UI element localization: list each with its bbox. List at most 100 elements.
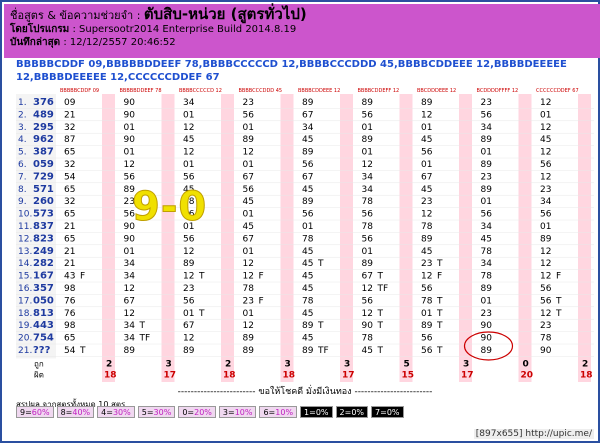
- cell-value: 01: [243, 160, 254, 170]
- tf-mark: TF: [377, 284, 389, 294]
- cell-value: 56: [243, 185, 255, 195]
- cell-value: 67: [124, 296, 135, 306]
- cell-value: 34: [124, 259, 136, 269]
- cell-value: 56: [183, 296, 195, 306]
- row-number: 18.: [18, 309, 32, 319]
- summary-badge-label: 3=: [222, 408, 235, 417]
- row-number: 5.: [18, 148, 27, 158]
- summary-badge: 4=30%: [97, 406, 135, 418]
- cell-value: 45: [302, 135, 313, 145]
- cell-value: 89: [243, 334, 255, 344]
- cell-value: 65: [64, 210, 75, 220]
- cell-value: 12: [421, 110, 432, 120]
- tf-mark: F: [80, 272, 85, 282]
- cell-value: 12: [540, 247, 551, 257]
- row-number: 2.: [18, 110, 27, 120]
- row-id: 962: [33, 134, 54, 145]
- row-id: 050: [33, 295, 54, 306]
- tf-mark: T: [377, 309, 384, 319]
- tf-mark: T: [436, 346, 443, 356]
- cell-value: 01: [362, 247, 373, 257]
- tf-mark: T: [555, 296, 562, 306]
- cell-value: 34: [481, 222, 493, 232]
- miss-label: ผิด: [34, 370, 44, 379]
- hit-count: 2: [225, 359, 231, 369]
- cell-value: 12: [540, 309, 551, 319]
- cell-value: 65: [64, 234, 75, 244]
- program-line: โดยโปรแกรม : Supersootr2014 Enterprise B…: [10, 23, 594, 36]
- cell-value: 56: [362, 110, 374, 120]
- cell-value: 34: [540, 197, 552, 207]
- cell-value: 12: [362, 284, 373, 294]
- column-header: BBBBBDDEEF 78: [120, 88, 162, 94]
- cell-value: 78: [421, 222, 433, 232]
- cell-value: 21: [64, 222, 75, 232]
- cell-value: 12: [362, 309, 373, 319]
- cell-value: 21: [64, 259, 75, 269]
- summary-badge: 2=0%: [335, 406, 369, 418]
- cell-value: 89: [362, 135, 374, 145]
- cell-value: 67: [243, 172, 254, 182]
- cell-value: 87: [64, 135, 75, 145]
- cell-value: 56: [243, 110, 255, 120]
- cell-value: 67: [421, 172, 432, 182]
- cell-value: 56: [421, 346, 433, 356]
- cell-value: 12: [243, 259, 254, 269]
- cell-value: 34: [124, 272, 136, 282]
- summary-badge-pct: 10%: [234, 408, 253, 417]
- cell-value: 45: [421, 185, 432, 195]
- summary-badge-label: 6=: [263, 408, 276, 417]
- row-id: 357: [33, 283, 54, 294]
- hit-label: ถูก: [34, 359, 44, 369]
- miss-count: 18: [104, 370, 117, 380]
- row-number: 20.: [18, 334, 32, 344]
- hit-count: 3: [344, 359, 350, 369]
- cell-value: 01: [124, 123, 135, 133]
- pink-strip: [459, 94, 472, 382]
- cell-value: 01: [183, 309, 194, 319]
- cell-value: 34: [481, 259, 493, 269]
- summary-row: 9=60% 8=40% 4=30% 5=30% 0=20% 3=10% 6=10% 1=0% 2…: [16, 406, 404, 418]
- cell-value: 01: [362, 123, 373, 133]
- cell-value: 23: [481, 98, 492, 108]
- cell-value: 45: [481, 234, 492, 244]
- summary-badge-label: 4=: [101, 408, 113, 417]
- cell-value: 01: [243, 123, 254, 133]
- tf-mark: T: [436, 259, 443, 269]
- tf-mark: F: [259, 296, 264, 306]
- cell-value: 98: [64, 321, 76, 331]
- column-header: BBBBBCDDF 09: [60, 88, 99, 94]
- row-id: 489: [33, 109, 54, 120]
- cell-value: 21: [64, 110, 75, 120]
- cell-value: 12: [540, 123, 551, 133]
- tf-mark: T: [317, 321, 324, 331]
- tf-mark: TF: [139, 334, 151, 344]
- row-id: 295: [33, 122, 54, 133]
- cell-value: 01: [243, 309, 254, 319]
- cell-value: 98: [64, 284, 76, 294]
- cell-value: 89: [421, 98, 433, 108]
- cell-value: 78: [362, 334, 374, 344]
- tf-mark: F: [556, 272, 561, 282]
- cell-value: 89: [540, 234, 552, 244]
- cell-value: 56: [362, 234, 374, 244]
- row-number: 15.: [18, 272, 32, 282]
- hit-count: 3: [166, 359, 172, 369]
- cell-value: 90: [124, 98, 136, 108]
- column-header: CCCCCCDDEF 67: [536, 88, 579, 94]
- row-id: ???: [33, 345, 51, 356]
- cell-value: 01: [421, 160, 432, 170]
- cell-value: 89: [481, 185, 493, 195]
- cell-value: 89: [243, 346, 255, 356]
- miss-count: 17: [461, 370, 474, 380]
- tf-mark: T: [555, 309, 562, 319]
- cell-value: 12: [421, 210, 432, 220]
- cell-value: 34: [124, 334, 136, 344]
- cell-value: 12: [540, 148, 551, 158]
- cell-value: 90: [362, 321, 374, 331]
- cell-value: 78: [481, 272, 493, 282]
- cell-value: 45: [302, 334, 313, 344]
- pink-strip: [578, 94, 591, 382]
- cell-value: 78: [243, 284, 255, 294]
- row-number: 10.: [18, 210, 32, 220]
